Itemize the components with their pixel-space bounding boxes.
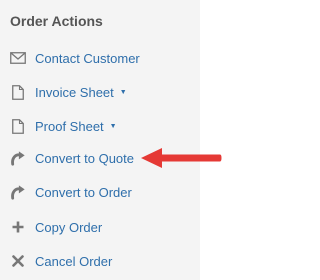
contact-customer-label: Contact Customer: [35, 50, 140, 66]
contact-customer-action[interactable]: Contact Customer: [10, 47, 140, 69]
proof-sheet-action[interactable]: Proof Sheet ▼: [10, 115, 117, 137]
document-icon: [10, 84, 26, 100]
invoice-sheet-label: Invoice Sheet: [35, 84, 114, 100]
dropdown-caret-icon[interactable]: ▼: [110, 123, 117, 130]
dropdown-caret-icon[interactable]: ▼: [120, 89, 127, 96]
copy-order-label: Copy Order: [35, 219, 103, 235]
redo-icon: [10, 150, 26, 166]
panel-heading: Order Actions: [10, 13, 103, 29]
convert-to-quote-label: Convert to Quote: [35, 150, 134, 166]
document-icon: [10, 118, 26, 134]
envelope-icon: [10, 50, 26, 66]
plus-icon: [10, 219, 26, 235]
cancel-order-action[interactable]: Cancel Order: [10, 250, 112, 272]
convert-to-order-action[interactable]: Convert to Order: [10, 181, 132, 203]
cancel-order-label: Cancel Order: [35, 253, 113, 269]
x-icon: [10, 253, 26, 269]
annotation-arrow-icon: [141, 148, 222, 168]
order-actions-panel: Order Actions Contact Customer Invoice S…: [0, 0, 200, 280]
convert-to-quote-action[interactable]: Convert to Quote: [10, 147, 134, 169]
copy-order-action[interactable]: Copy Order: [10, 216, 102, 238]
invoice-sheet-action[interactable]: Invoice Sheet ▼: [10, 81, 127, 103]
convert-to-order-label: Convert to Order: [35, 184, 132, 200]
proof-sheet-label: Proof Sheet: [35, 118, 104, 134]
redo-icon: [10, 184, 26, 200]
